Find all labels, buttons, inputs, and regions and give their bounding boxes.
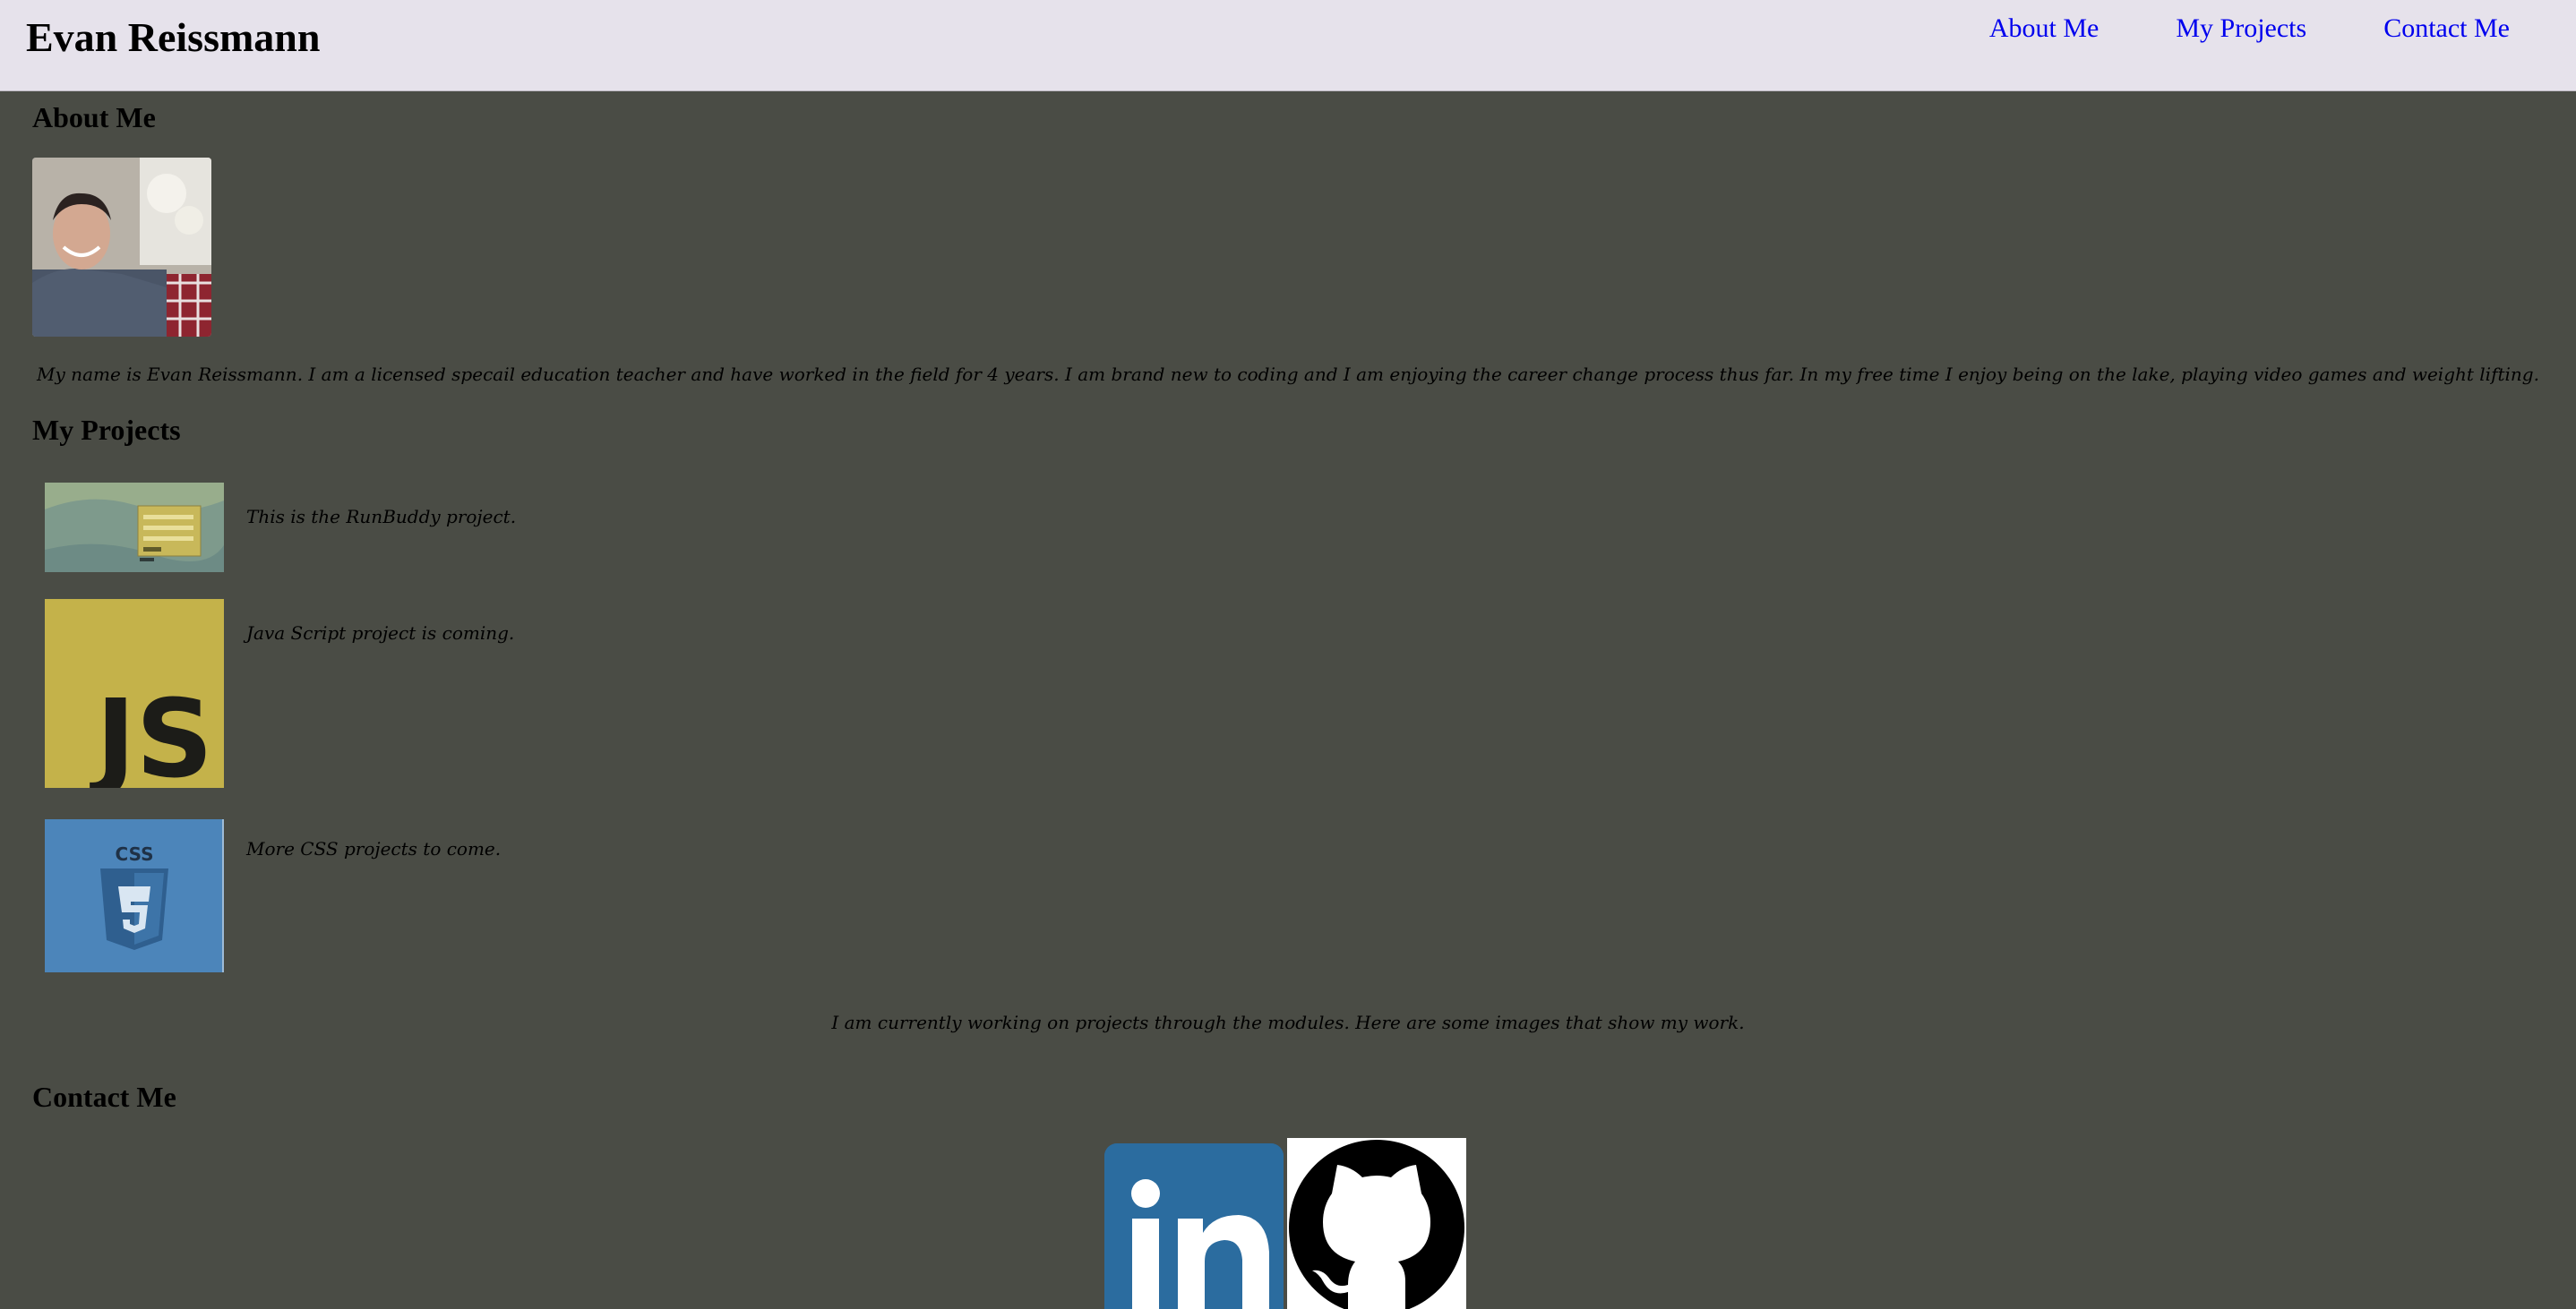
github-link[interactable] <box>1287 1138 1466 1309</box>
main-nav: About Me My Projects Contact Me <box>1989 13 2510 45</box>
projects-summary: I am currently working on projects throu… <box>831 1012 1745 1033</box>
site-title: Evan Reissmann <box>26 14 321 60</box>
javascript-thumbnail[interactable]: JS <box>45 599 224 788</box>
javascript-logo-icon: JS <box>45 599 224 788</box>
nav-link-contact-me[interactable]: Contact Me <box>2383 13 2510 45</box>
javascript-caption: Java Script project is coming. <box>246 622 515 644</box>
profile-photo-image <box>32 158 211 337</box>
css3-logo-icon: CSS <box>45 819 224 972</box>
nav-link-about-me[interactable]: About Me <box>1989 13 2099 45</box>
runbuddy-thumbnail[interactable] <box>45 483 224 572</box>
runbuddy-caption: This is the RunBuddy project. <box>246 506 517 527</box>
nav-link-my-projects[interactable]: My Projects <box>2176 13 2306 45</box>
svg-text:JS: JS <box>90 678 213 788</box>
runbuddy-screenshot-image <box>45 483 224 572</box>
linkedin-link[interactable] <box>1104 1143 1284 1309</box>
css-caption: More CSS projects to come. <box>246 838 502 860</box>
about-heading: About Me <box>32 101 156 133</box>
css-thumbnail[interactable]: CSS <box>45 819 224 972</box>
projects-heading: My Projects <box>32 414 181 446</box>
page: Evan Reissmann About Me My Projects Cont… <box>0 0 2576 1309</box>
site-header: Evan Reissmann About Me My Projects Cont… <box>0 0 2576 91</box>
about-bio: My name is Evan Reissmann. I am a licens… <box>37 364 2539 385</box>
svg-text:CSS: CSS <box>116 843 154 865</box>
linkedin-icon <box>1104 1143 1284 1309</box>
profile-photo <box>32 158 211 337</box>
github-icon <box>1287 1138 1466 1309</box>
contact-heading: Contact Me <box>32 1081 176 1113</box>
